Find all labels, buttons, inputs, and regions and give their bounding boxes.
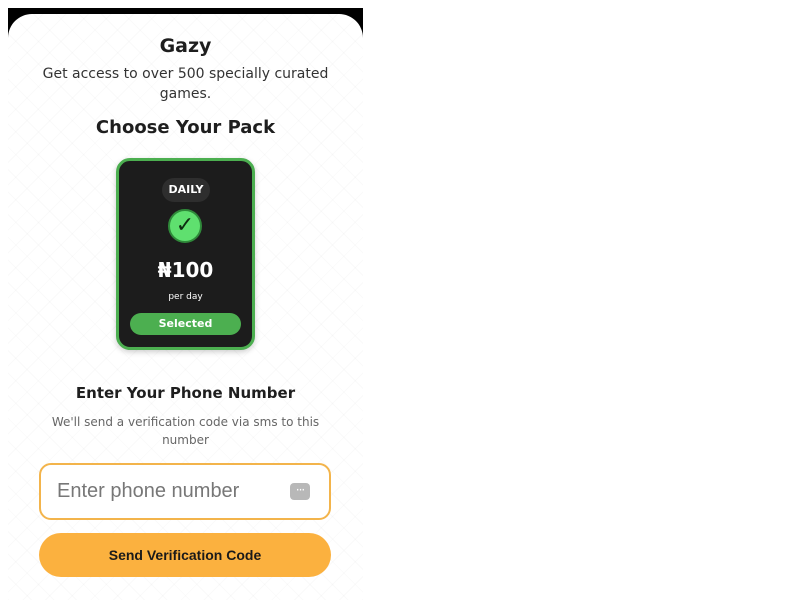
phone-number-input[interactable] [57, 465, 282, 518]
checkmark-icon: ✓ [168, 209, 202, 243]
choose-pack-heading: Choose Your Pack [95, 117, 276, 138]
pack-period: per day [168, 292, 203, 302]
page: Gazy Get access to over 500 specially cu… [0, 0, 800, 600]
selected-badge: Selected [130, 313, 241, 335]
subscription-panel: Gazy Get access to over 500 specially cu… [8, 14, 363, 600]
phone-input-container[interactable]: ··· [39, 463, 331, 520]
phone-number-description: We'll send a verification code via sms t… [51, 415, 320, 447]
phone-number-heading: Enter Your Phone Number [75, 384, 296, 402]
send-verification-code-button[interactable]: Send Verification Code [39, 533, 331, 577]
app-title: Gazy [159, 35, 212, 57]
pack-card-daily[interactable]: DAILY ✓ ₦100 per day Selected [116, 158, 255, 350]
app-subtitle: Get access to over 500 specially curated… [42, 66, 329, 102]
keypad-icon[interactable]: ··· [290, 483, 310, 500]
pack-price: ₦100 [157, 258, 214, 282]
pack-tag: DAILY [162, 178, 210, 202]
